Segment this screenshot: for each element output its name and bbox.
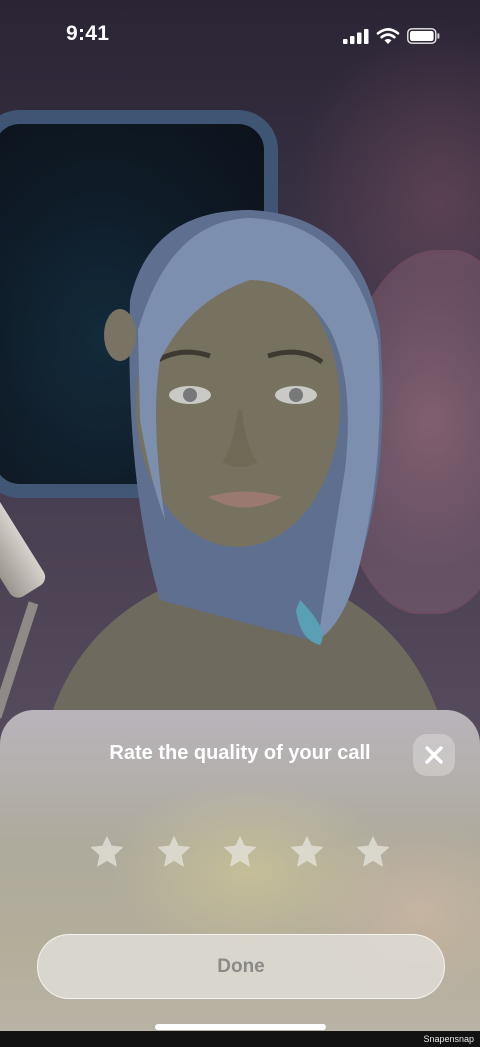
watermark: Snapensnap (423, 1034, 474, 1044)
home-indicator (155, 1024, 326, 1030)
wifi-icon (376, 28, 400, 44)
star-icon[interactable] (221, 832, 259, 870)
done-button[interactable]: Done (37, 934, 445, 999)
video-call-screen: 9:41 Rate the quality of your call Done … (0, 0, 480, 1047)
rate-call-sheet: Rate the quality of your call Done (0, 710, 480, 1047)
status-time: 9:41 (66, 22, 110, 45)
star-icon[interactable] (88, 832, 126, 870)
star-icon[interactable] (288, 832, 326, 870)
star-icon[interactable] (155, 832, 193, 870)
star-icon[interactable] (354, 832, 392, 870)
star-rating (88, 832, 392, 872)
done-button-label: Done (217, 955, 265, 977)
close-icon (425, 746, 443, 764)
status-bar: 9:41 (0, 0, 480, 70)
battery-icon (407, 28, 440, 44)
sheet-title: Rate the quality of your call (109, 742, 371, 764)
close-button[interactable] (413, 734, 455, 776)
footer-bar: Snapensnap (0, 1031, 480, 1047)
cellular-signal-icon (343, 29, 369, 44)
